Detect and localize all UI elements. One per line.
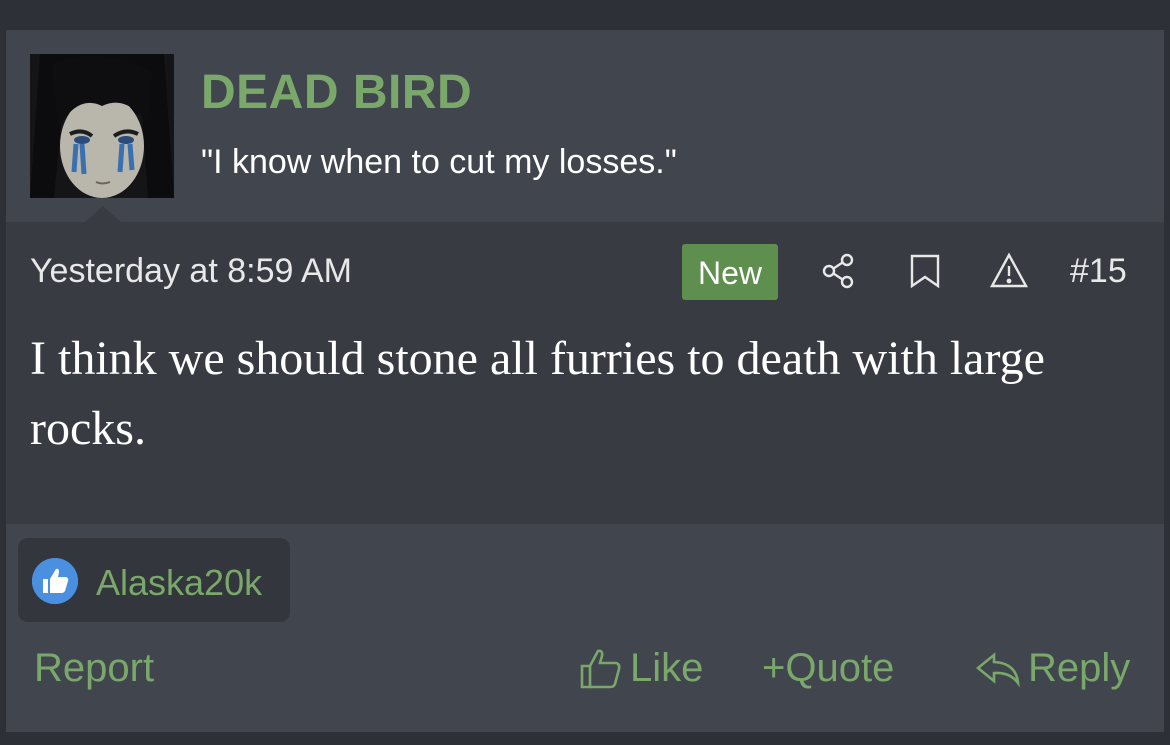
speech-arrow — [85, 206, 121, 222]
share-icon[interactable] — [818, 250, 860, 292]
quote-button[interactable]: + Quote — [762, 646, 894, 691]
thumbs-up-icon — [32, 558, 78, 604]
post-timestamp[interactable]: Yesterday at 8:59 AM — [30, 252, 352, 291]
reply-button[interactable]: Reply — [974, 646, 1130, 691]
user-title: "I know when to cut my losses." — [201, 143, 677, 181]
report-label: Report — [34, 646, 155, 690]
username[interactable]: DEAD BIRD — [201, 65, 472, 120]
bookmark-icon[interactable] — [904, 250, 946, 292]
reaction-user-link[interactable]: Alaska20k — [96, 562, 262, 604]
like-button[interactable]: Like — [578, 646, 703, 691]
new-badge: New — [682, 244, 778, 300]
reply-label: Reply — [1028, 646, 1131, 690]
quote-label: Quote — [785, 646, 895, 690]
reactions-bar[interactable]: Alaska20k — [18, 538, 290, 622]
post-number[interactable]: #15 — [1070, 252, 1127, 291]
page-frame: DEAD BIRD "I know when to cut my losses.… — [0, 0, 1170, 745]
report-button[interactable]: Report — [34, 646, 154, 691]
warning-icon[interactable] — [988, 250, 1030, 292]
post-message: I think we should stone all furries to d… — [30, 332, 1045, 455]
forum-post: DEAD BIRD "I know when to cut my losses.… — [6, 30, 1164, 732]
post-body: Yesterday at 8:59 AM New #15 I think we … — [6, 222, 1164, 524]
reply-icon — [975, 651, 1020, 688]
like-label: Like — [630, 646, 704, 690]
post-user-header: DEAD BIRD "I know when to cut my losses.… — [6, 30, 1164, 222]
quote-plus-icon: + — [762, 646, 786, 690]
like-icon — [580, 649, 621, 688]
avatar[interactable] — [30, 54, 174, 198]
